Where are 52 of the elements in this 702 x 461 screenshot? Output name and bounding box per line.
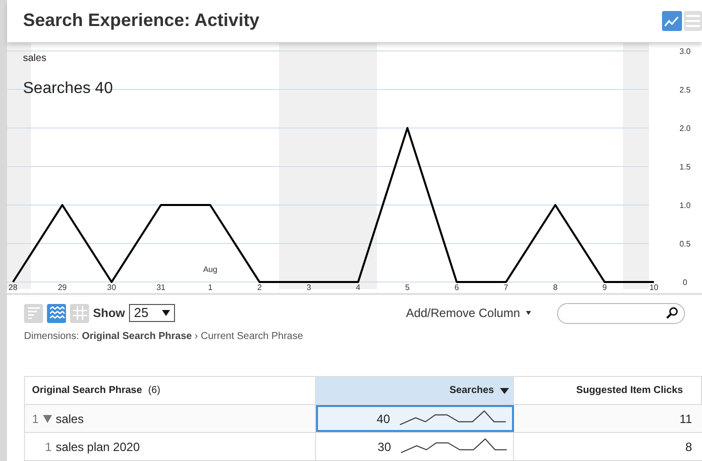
line-chart-icon[interactable]	[662, 10, 682, 31]
x-tick-label: 28	[8, 282, 18, 292]
search-field[interactable]	[557, 302, 685, 324]
y-tick-label: 1.0	[679, 200, 691, 210]
searches-cell[interactable]: 30	[316, 433, 514, 460]
chart-headline: Searches 40	[23, 78, 113, 99]
search-icon	[666, 307, 678, 320]
series-label: sales	[23, 52, 46, 66]
x-tick-label: 30	[107, 282, 116, 292]
page-title: Search Experience: Activity	[23, 9, 260, 32]
x-tick-label: 9	[602, 282, 607, 292]
column-header[interactable]: Searches	[316, 377, 514, 404]
caret-icon	[526, 311, 531, 316]
x-tick-label: 2	[257, 282, 262, 292]
grid-icon	[72, 306, 86, 320]
x-tick-label: 29	[58, 282, 67, 292]
clicks-cell-text: 8	[684, 438, 693, 456]
bars-icon	[26, 307, 40, 320]
x-tick-label: 7	[504, 282, 508, 292]
searches-cell[interactable]: 40	[316, 405, 514, 432]
x-tick-label: 5	[405, 282, 410, 292]
x-tick-label: 4	[356, 282, 360, 292]
menu-icon[interactable]	[684, 10, 702, 31]
x-tick-label: 8	[553, 282, 558, 292]
row-rank: 1	[45, 438, 52, 456]
show-select[interactable]: 25	[129, 304, 175, 322]
y-tick-label: 2.5	[679, 85, 691, 94]
wave-icon	[48, 306, 64, 320]
x-tick-label: 1	[208, 282, 212, 292]
month-label: Aug	[203, 264, 218, 274]
y-tick-label: 1.5	[679, 162, 691, 172]
y-tick-label: 2.0	[679, 124, 691, 133]
search-phrase: sales	[56, 410, 84, 428]
dropdown-caret-icon	[162, 310, 170, 316]
x-tick-label: 31	[156, 282, 166, 292]
y-tick-label: 3.0	[679, 46, 691, 56]
x-tick-label: 3	[306, 282, 312, 292]
view-toggle[interactable]	[24, 304, 43, 323]
dimensions-breadcrumb: Dimensions: Original Search Phrase › Current Search Phrase	[23, 330, 304, 344]
expand-triangle-icon[interactable]	[42, 414, 52, 422]
view-toggle[interactable]	[47, 304, 66, 323]
search-phrase: sales plan 2020	[56, 438, 140, 456]
sort-arrow-icon	[500, 388, 509, 394]
add-remove-column-button[interactable]: Add/Remove Column	[406, 304, 531, 322]
view-toggle[interactable]	[70, 304, 89, 323]
y-tick-label: 0.5	[679, 239, 691, 248]
clicks-cell-text: 11	[678, 410, 693, 428]
y-tick-label: 0	[682, 278, 688, 287]
row-rank: 1	[32, 410, 39, 428]
show-label: Show	[93, 305, 125, 322]
x-tick-label: 6	[454, 282, 459, 292]
x-tick-label: 10	[649, 282, 658, 292]
